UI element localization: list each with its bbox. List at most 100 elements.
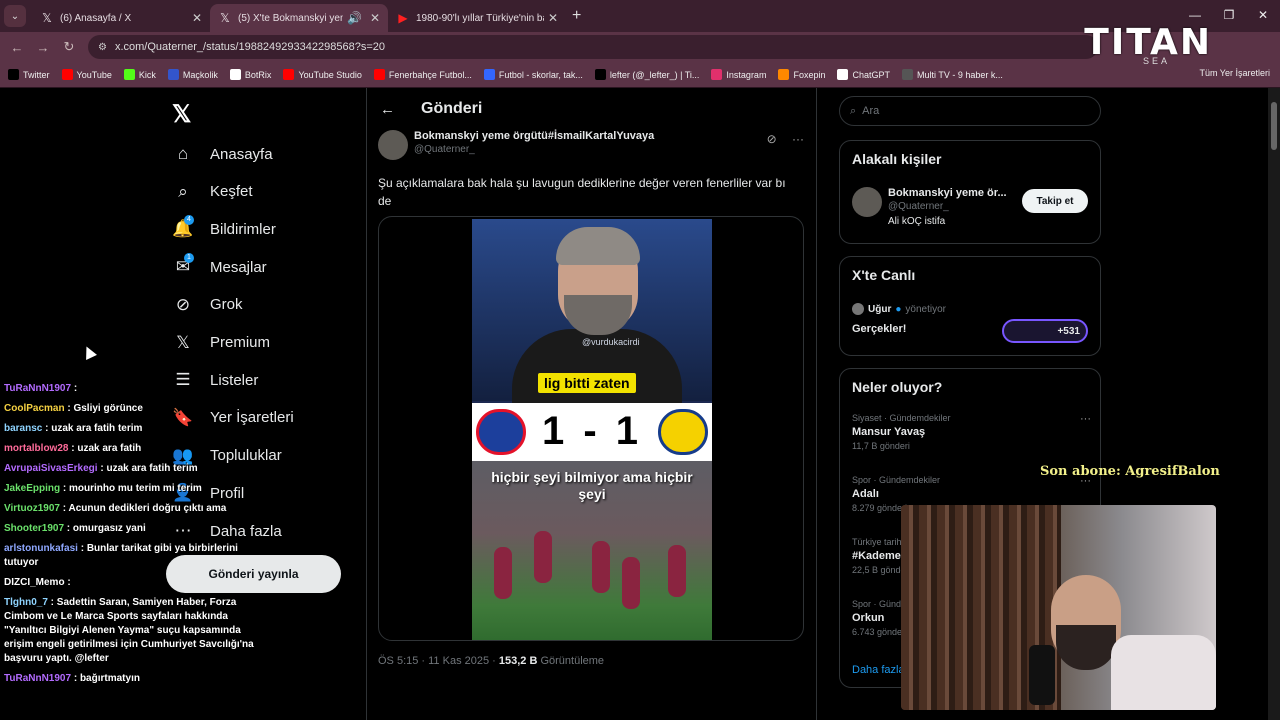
chat-text: omurgasız yani <box>72 523 146 534</box>
live-card[interactable]: X'te Canlı Uğur ● yönetiyor Gerçekler! +… <box>839 256 1101 356</box>
tab-search-chevron-icon[interactable]: ⌄ <box>4 5 26 27</box>
related-people-card: Alakalı kişiler Bokmanskyi yeme ör... @Q… <box>839 140 1101 244</box>
tab-0[interactable]: 𝕏 (6) Anasayfa / X ✕ <box>32 4 210 32</box>
bookmark-item[interactable]: YouTube Studio <box>283 69 362 80</box>
nav-item-0[interactable]: ⌂ Anasayfa <box>172 144 273 164</box>
bookmark-item[interactable]: YouTube <box>61 69 112 80</box>
bookmark-favicon-icon <box>837 69 849 80</box>
chat-separator: : <box>47 597 57 608</box>
maximize-icon[interactable]: ❐ <box>1212 0 1246 32</box>
chat-message: Shooter1907 : omurgasız yani <box>0 522 272 536</box>
post-actions: ⊘ ··· <box>767 132 804 146</box>
close-tab-icon[interactable]: ✕ <box>548 11 558 25</box>
close-tab-icon[interactable]: ✕ <box>192 11 202 25</box>
tab-1[interactable]: 𝕏 (5) X'te Bokmanskyi yeme ö 🔊 ✕ <box>210 4 388 32</box>
bookmark-label: Kick <box>138 69 156 80</box>
author-name[interactable]: Bokmanskyi yeme örgütü#İsmailKartalYuvay… <box>414 130 654 142</box>
avatar[interactable] <box>852 187 882 217</box>
trend-cat: Spor · Gündemdekiler <box>852 475 941 485</box>
bookmark-item[interactable]: ChatGPT <box>837 69 890 80</box>
bookmark-item[interactable]: Twitter <box>8 69 50 80</box>
scrollbar-thumb[interactable] <box>1271 102 1277 150</box>
player-figure <box>494 547 512 599</box>
avatar <box>852 303 864 315</box>
notification-badge: 1 <box>184 253 194 264</box>
bookmark-label: Foxepin <box>793 69 826 80</box>
nav-item-5[interactable]: 𝕏 Premium <box>172 333 270 353</box>
nav-item-4[interactable]: ⊘ Grok <box>172 295 243 315</box>
author-handle[interactable]: @Quaterner_ <box>414 144 654 155</box>
forward-arrow-icon[interactable]: → <box>30 40 56 55</box>
main-column: ← Gönderi Bokmanskyi yeme örgütü#İsmailK… <box>366 88 816 720</box>
search-icon: ⌕ <box>178 181 188 201</box>
page-scrollbar[interactable] <box>1268 88 1280 720</box>
all-bookmarks-link[interactable]: Tüm Yer İşaretleri <box>1199 68 1270 78</box>
related-handle[interactable]: @Quaterner_ <box>888 201 1007 212</box>
avatar[interactable] <box>378 130 408 160</box>
video-frame[interactable]: @vurdukacirdi lig bitti zaten 1 - 1 hiçb… <box>472 219 712 640</box>
bookmark-item[interactable]: BotRix <box>229 69 272 80</box>
bookmark-label: BotRix <box>244 69 272 80</box>
search-input[interactable]: ⌕ Ara <box>839 96 1101 126</box>
bookmark-favicon-icon <box>167 69 179 80</box>
card-title: Alakalı kişiler <box>852 151 942 167</box>
post-author[interactable]: Bokmanskyi yeme örgütü#İsmailKartalYuvay… <box>378 130 654 160</box>
titan-logo-sub: SEA <box>1142 56 1170 66</box>
back-arrow-icon[interactable]: ← <box>380 101 395 118</box>
verified-icon: ● <box>895 303 902 315</box>
bookmark-favicon-icon <box>902 69 913 80</box>
close-window-icon[interactable]: ✕ <box>1246 0 1280 32</box>
bookmark-favicon-icon <box>61 69 73 80</box>
x-logo-icon: 𝕏 <box>176 332 190 352</box>
post-time[interactable]: ÖS 5:15 · 11 Kas 2025 · <box>378 655 499 667</box>
trend-cat: Siyaset · Gündemdekiler <box>852 413 951 423</box>
bookmark-item[interactable]: lefter (@_lefter_) | Ti... <box>594 69 699 80</box>
new-tab-icon[interactable]: + <box>572 7 581 25</box>
more-icon[interactable]: ··· <box>792 132 804 146</box>
close-tab-icon[interactable]: ✕ <box>370 11 380 25</box>
post-video[interactable]: @vurdukacirdi lig bitti zaten 1 - 1 hiçb… <box>378 216 804 641</box>
home-icon: ⌂ <box>177 144 189 163</box>
nav-item-2[interactable]: 🔔 4 Bildirimler <box>172 215 276 239</box>
more-icon[interactable]: ··· <box>1080 413 1091 425</box>
trend-count: 11,7 B gönderi <box>852 441 910 451</box>
tab-2[interactable]: ▶ 1980-90'lı yıllar Türkiye'nin baş ✕ <box>388 4 566 32</box>
bookmark-label: Maçkolik <box>182 69 218 80</box>
bookmark-item[interactable]: Multi TV - 9 haber k... <box>902 69 1003 80</box>
related-bio: Ali kOÇ istifa <box>888 216 946 227</box>
x-logo-icon[interactable]: 𝕏 <box>172 100 191 129</box>
nav-item-3[interactable]: ✉ 1 Mesajlar <box>172 253 267 277</box>
bookmark-item[interactable]: Kick <box>123 69 156 80</box>
streamer-beard <box>1056 625 1116 670</box>
bookmark-favicon-icon <box>373 69 385 80</box>
live-host: Uğur <box>868 303 892 315</box>
chat-username: Shooter1907 <box>4 523 65 534</box>
bookmark-favicon-icon <box>123 69 135 80</box>
bookmark-favicon-icon <box>711 69 723 80</box>
chat-username: TuRaNnN1907 <box>4 673 72 684</box>
grok-icon[interactable]: ⊘ <box>767 132 777 146</box>
bookmark-label: Multi TV - 9 haber k... <box>917 69 1003 80</box>
x-logo-icon: 𝕏 <box>42 11 52 25</box>
nav-item-1[interactable]: ⌕ Keşfet <box>172 181 252 202</box>
chat-separator: : <box>42 423 52 434</box>
speaker-icon[interactable]: 🔊 <box>347 11 362 25</box>
bookmark-item[interactable]: Foxepin <box>778 69 825 80</box>
chat-username: CoolPacman <box>4 403 65 414</box>
bookmark-label: Fenerbahçe Futbol... <box>388 69 472 80</box>
youtube-icon: ▶ <box>398 11 408 25</box>
bookmark-item[interactable]: Maçkolik <box>167 69 218 80</box>
url-field[interactable]: ⚙ x.com/Quaterner_/status/19882492933422… <box>88 35 1098 59</box>
chat-message: AvrupaiSivasErkegi : uzak ara fatih teri… <box>0 462 272 476</box>
live-topic: Gerçekler! <box>852 323 907 335</box>
bookmark-item[interactable]: Instagram <box>711 69 766 80</box>
site-info-icon[interactable]: ⚙ <box>98 42 107 53</box>
related-name[interactable]: Bokmanskyi yeme ör... <box>888 187 1007 199</box>
follow-button[interactable]: Takip et <box>1022 189 1088 213</box>
trend-item[interactable]: Siyaset · Gündemdekiler Mansur Yavaş 11,7 … <box>852 413 1091 451</box>
back-arrow-icon[interactable]: ← <box>4 40 30 55</box>
reload-icon[interactable]: ↻ <box>56 39 82 55</box>
bookmark-item[interactable]: Futbol - skorlar, tak... <box>483 69 583 80</box>
bookmark-item[interactable]: Fenerbahçe Futbol... <box>373 69 472 80</box>
show-more-link[interactable]: Daha fazla <box>852 664 905 676</box>
